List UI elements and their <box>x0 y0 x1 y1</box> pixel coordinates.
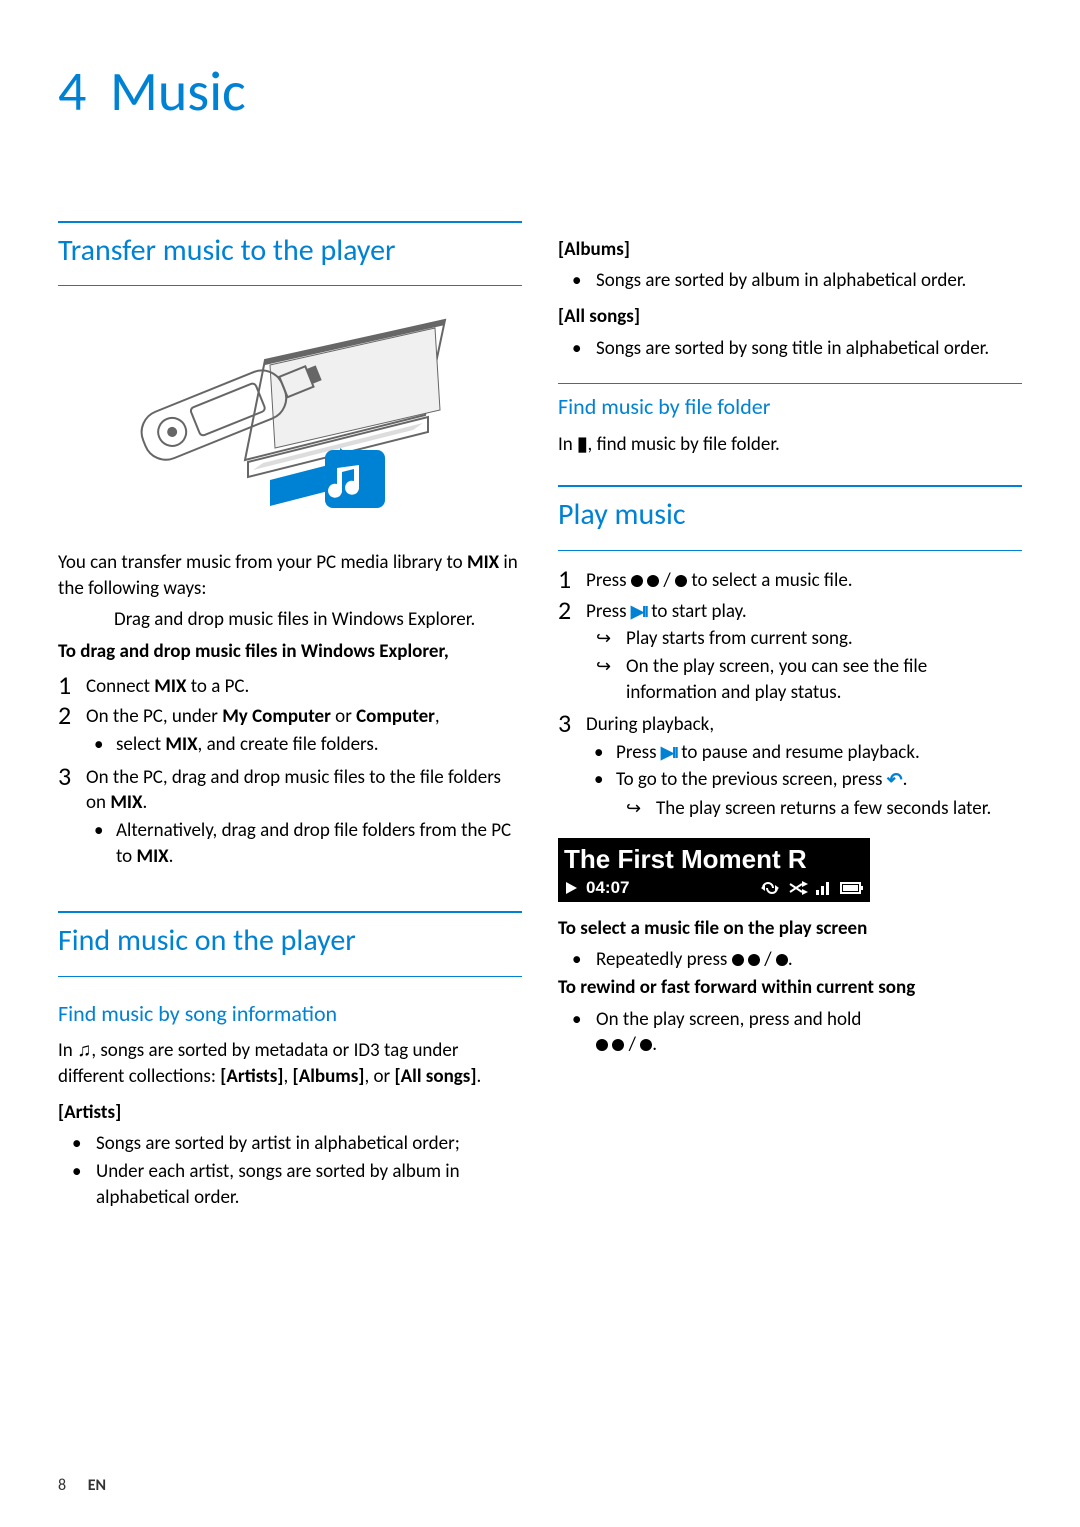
step-number: 1 <box>58 671 86 700</box>
playscreen-title: The First Moment R <box>564 842 864 877</box>
rewind-ff-heading: To rewind or fast forward within current… <box>558 975 1022 1001</box>
artists-heading: [Artists] <box>58 1100 522 1126</box>
dot-icon <box>732 954 744 966</box>
section-transfer: Transfer music to the player <box>58 221 522 272</box>
result-item: Play starts from current song. <box>586 626 1022 652</box>
page-language: EN <box>88 1476 106 1495</box>
dot-icon <box>596 1039 608 1051</box>
dot-icon <box>612 1039 624 1051</box>
list-item: Songs are sorted by song title in alphab… <box>558 336 1022 362</box>
subsection-file-folder: Find music by file folder <box>558 383 1022 422</box>
dot-icon <box>748 954 760 966</box>
step-body: Connect MIX to a PC. <box>86 671 522 700</box>
battery-icon <box>840 881 864 895</box>
step-number: 1 <box>558 565 586 594</box>
dot-icon <box>647 575 659 587</box>
left-column: Transfer music to the player <box>58 211 522 1213</box>
transfer-method-1: Drag and drop music files in Windows Exp… <box>58 607 522 633</box>
right-column: [Albums] Songs are sorted by album in al… <box>558 235 1022 1213</box>
section-play: Play music <box>558 485 1022 536</box>
back-icon: ↶ <box>887 768 903 794</box>
step-number: 3 <box>58 762 86 872</box>
result-item: The play screen returns a few seconds la… <box>616 796 1022 822</box>
volume-icon <box>816 881 832 895</box>
play-steps: 1 Press / to select a music file. 2 Pres… <box>558 565 1022 824</box>
step-number: 3 <box>558 709 586 824</box>
find-intro: In ♫, songs are sorted by metadata or ID… <box>58 1038 522 1089</box>
step-number: 2 <box>58 701 86 759</box>
play-pause-icon: ▶II <box>661 742 677 765</box>
dot-icon <box>631 575 643 587</box>
playscreen-time: 04:07 <box>586 877 629 900</box>
artists-list: Songs are sorted by artist in alphabetic… <box>58 1131 522 1210</box>
list-item: Under each artist, songs are sorted by a… <box>58 1159 522 1210</box>
manual-page: 4Music Transfer music to the player <box>0 0 1080 1527</box>
step-sub-bullet: select MIX, and create file folders. <box>86 732 522 758</box>
list-item: Repeatedly press / . <box>558 947 1022 973</box>
albums-heading: [Albums] <box>558 237 1022 263</box>
result-item: On the play screen, you can see the file… <box>586 654 1022 705</box>
folder-text: In ▮, find music by file folder. <box>558 432 1022 458</box>
dot-icon <box>776 954 788 966</box>
transfer-intro: You can transfer music from your PC medi… <box>58 550 522 601</box>
list-item: On the play screen, press and hold / . <box>558 1007 1022 1058</box>
play-pause-icon: ▶II <box>631 601 647 624</box>
list-item: Songs are sorted by album in alphabetica… <box>558 268 1022 294</box>
step-body: During playback, Press ▶II to pause and … <box>586 709 1022 824</box>
drag-drop-steps: 1 Connect MIX to a PC. 2 On the PC, unde… <box>58 671 522 871</box>
folder-icon: ▮ <box>577 432 587 458</box>
music-note-icon: ♫ <box>77 1038 91 1064</box>
list-item: To go to the previous screen, press ↶. T… <box>586 767 1022 821</box>
play-screen-mock: The First Moment R 04:07 <box>558 838 870 902</box>
dot-icon <box>675 575 687 587</box>
shuffle-icon <box>788 881 808 895</box>
chapter-number: 4 <box>58 55 110 131</box>
chapter-name: Music <box>110 58 246 126</box>
allsongs-list: Songs are sorted by song title in alphab… <box>558 336 1022 362</box>
list-item: Songs are sorted by artist in alphabetic… <box>58 1131 522 1157</box>
albums-list: Songs are sorted by album in alphabetica… <box>558 268 1022 294</box>
page-footer: 8 EN <box>58 1475 106 1497</box>
drag-drop-heading: To drag and drop music files in Windows … <box>58 639 522 665</box>
transfer-illustration <box>125 300 455 530</box>
dot-icon <box>640 1039 652 1051</box>
allsongs-heading: [All songs] <box>558 304 1022 330</box>
subsection-song-info: Find music by song information <box>58 999 522 1029</box>
step-body: Press / to select a music file. <box>586 565 1022 594</box>
step-number: 2 <box>558 596 586 708</box>
repeat-icon <box>760 881 780 895</box>
list-item: Press ▶II to pause and resume playback. <box>586 740 1022 766</box>
step-body: Press ▶II to start play. Play starts fro… <box>586 596 1022 708</box>
play-icon <box>564 881 578 895</box>
select-on-playscreen-heading: To select a music file on the play scree… <box>558 916 1022 942</box>
section-find: Find music on the player <box>58 911 522 962</box>
page-number: 8 <box>58 1476 66 1495</box>
chapter-title: 4Music <box>58 55 1022 131</box>
step-body: On the PC, drag and drop music files to … <box>86 762 522 872</box>
step-sub-bullet: Alternatively, drag and drop file folder… <box>86 818 522 869</box>
step-body: On the PC, under My Computer or Computer… <box>86 701 522 759</box>
